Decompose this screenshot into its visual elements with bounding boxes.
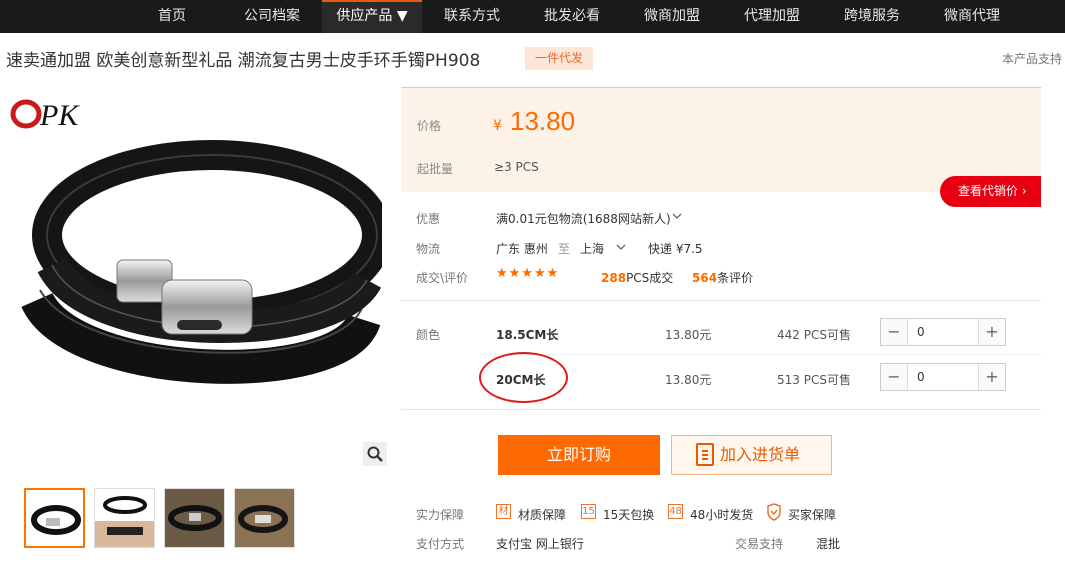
guarantee-label: 实力保障	[416, 508, 465, 522]
decrement-button[interactable]: −	[881, 319, 908, 345]
zoom-button[interactable]	[363, 442, 387, 466]
color-label: 颜色	[416, 328, 441, 342]
ship-to[interactable]: 上海	[580, 240, 604, 257]
trade-support-label: 交易支持	[735, 537, 784, 551]
thumbnail-3[interactable]	[164, 488, 225, 548]
thumbnail-1[interactable]	[24, 488, 85, 548]
shield-icon	[767, 503, 781, 521]
sku-stock: 442 PCS可售	[777, 328, 851, 342]
discount-label: 优惠	[416, 212, 441, 226]
guarantee-material[interactable]: 材质保障	[518, 506, 566, 523]
price-panel: 价格 ¥ 13.80 起批量 ≥3 PCS	[401, 87, 1041, 192]
guarantee-exchange[interactable]: 15天包换	[603, 506, 654, 523]
nav-item-wholesale[interactable]: 批发必看	[522, 0, 622, 33]
deals-number: 288	[601, 271, 627, 285]
express-fee: 快递 ¥7.5	[648, 242, 703, 256]
add-to-cart-button[interactable]: 加入进货单	[671, 435, 832, 475]
price-label: 价格	[417, 119, 442, 133]
sku-name: 18.5CM长	[496, 328, 559, 342]
thumbnail-strip	[24, 488, 295, 548]
product-main-image[interactable]	[12, 130, 382, 430]
increment-button[interactable]: +	[978, 364, 1005, 390]
nav-item-company[interactable]: 公司档案	[222, 0, 322, 33]
quantity-input[interactable]: 0	[917, 370, 925, 384]
deals-text: PCS成交	[626, 271, 674, 285]
price-currency: ¥	[493, 118, 502, 134]
add-to-cart-label: 加入进货单	[720, 445, 801, 464]
ship-from[interactable]: 广东 惠州	[496, 240, 548, 257]
trade-label: 成交\评价	[416, 271, 469, 285]
nav-item-agent-join[interactable]: 代理加盟	[722, 0, 822, 33]
nav-item-crossborder[interactable]: 跨境服务	[822, 0, 922, 33]
ship-to-word: 至	[558, 242, 571, 256]
clipboard-icon	[696, 443, 714, 466]
reviews-number: 564	[692, 271, 718, 285]
deals-count[interactable]: 288PCS成交	[601, 269, 673, 286]
dropship-badge: 一件代发	[525, 47, 594, 70]
payment-methods: 支付宝 网上银行	[496, 537, 584, 551]
divider	[401, 300, 1041, 301]
shipping-48-icon: 48	[668, 504, 683, 519]
quantity-input[interactable]: 0	[917, 325, 925, 339]
trade-support-value: 混批	[816, 537, 841, 551]
nav-item-contact[interactable]: 联系方式	[422, 0, 522, 33]
thumbnail-2[interactable]	[94, 488, 155, 548]
decrement-button[interactable]: −	[881, 364, 908, 390]
buy-now-button[interactable]: 立即订购	[498, 435, 660, 475]
logistics-label: 物流	[416, 242, 441, 256]
payment-label: 支付方式	[416, 537, 465, 551]
guarantee-buyer[interactable]: 买家保障	[788, 506, 836, 523]
sku-price: 13.80元	[665, 373, 712, 387]
sku-stock: 513 PCS可售	[777, 373, 851, 387]
guarantee-shipping[interactable]: 48小时发货	[690, 506, 753, 523]
nav-item-wechat-join[interactable]: 微商加盟	[622, 0, 722, 33]
support-text: 本产品支持	[1002, 52, 1063, 66]
brand-logo: PK	[10, 99, 80, 131]
price-value: 13.80	[510, 106, 576, 136]
sku-price: 13.80元	[665, 328, 712, 342]
reviews-count[interactable]: 564条评价	[692, 269, 753, 286]
thumbnail-4[interactable]	[234, 488, 295, 548]
nav-item-products[interactable]: 供应产品 ▼	[322, 0, 422, 33]
quantity-stepper: − 0 +	[880, 318, 1006, 346]
nav-items: 首页 公司档案 供应产品 ▼ 联系方式 批发必看 微商加盟 代理加盟 跨境服务 …	[122, 0, 1022, 33]
nav-item-home[interactable]: 首页	[122, 0, 222, 33]
rating-stars: ★★★★★	[496, 266, 560, 281]
moq-value: ≥3 PCS	[494, 160, 539, 174]
reviews-text: 条评价	[717, 271, 754, 285]
material-icon: 材	[496, 504, 511, 519]
highlight-circle-annotation	[479, 352, 568, 403]
divider	[401, 409, 1041, 410]
divider	[480, 354, 1041, 355]
view-distributor-price-button[interactable]: 查看代销价 ›	[940, 176, 1041, 207]
nav-item-wechat-agent[interactable]: 微商代理	[922, 0, 1022, 33]
search-icon	[367, 446, 383, 462]
moq-label: 起批量	[417, 162, 454, 176]
top-nav: 首页 公司档案 供应产品 ▼ 联系方式 批发必看 微商加盟 代理加盟 跨境服务 …	[0, 0, 1065, 33]
svg-text:PK: PK	[39, 99, 80, 131]
increment-button[interactable]: +	[978, 319, 1005, 345]
chevron-down-icon[interactable]	[672, 212, 682, 220]
exchange-15-icon: 15	[581, 504, 596, 519]
chevron-down-icon[interactable]	[616, 243, 626, 251]
product-title: 速卖通加盟 欧美创意新型礼品 潮流复古男士皮手环手镯PH908	[6, 51, 481, 71]
quantity-stepper: − 0 +	[880, 363, 1006, 391]
discount-text: 满0.01元包物流(1688网站新人)	[496, 212, 671, 226]
